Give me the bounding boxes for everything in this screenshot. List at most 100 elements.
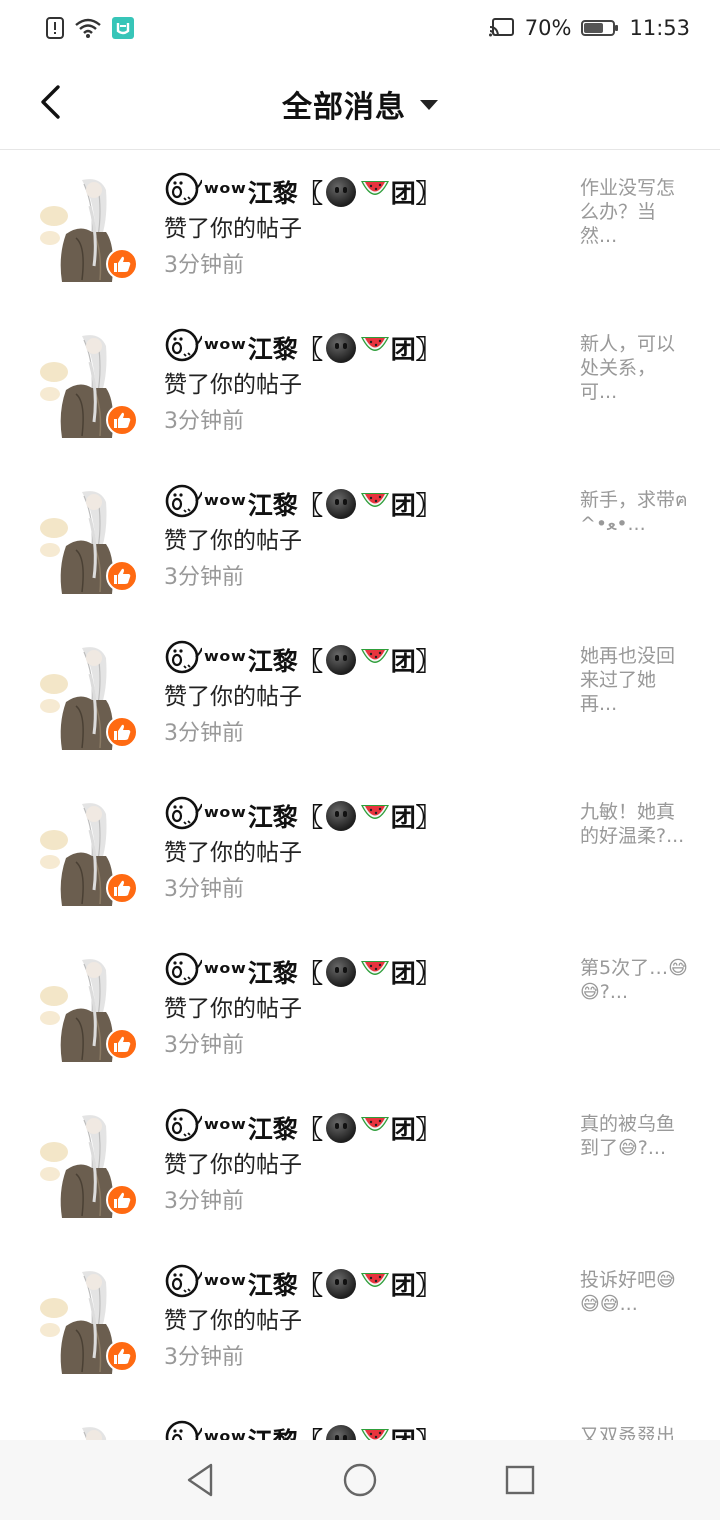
- user-name[interactable]: ʷᵒʷ 江黎 〖 团〗: [164, 952, 564, 990]
- user-name[interactable]: ʷᵒʷ 江黎 〖 团〗: [164, 328, 564, 366]
- message-item[interactable]: ʷᵒʷ 江黎 〖 团〗 赞了你的帖子 3分钟前 又双叒叕出: [0, 1398, 720, 1440]
- kaomoji-face-icon: [164, 172, 203, 212]
- message-item[interactable]: ʷᵒʷ 江黎 〖 团〗 赞了你的帖子 3分钟前 第5次了…😅😅?...: [0, 930, 720, 1086]
- bracket-tail: 团〗: [390, 179, 441, 208]
- back-triangle-icon: [187, 1463, 213, 1497]
- user-name[interactable]: ʷᵒʷ 江黎 〖 团〗: [164, 796, 564, 834]
- post-preview[interactable]: 又双叒叕出: [580, 1424, 690, 1440]
- nav-back-button[interactable]: [175, 1455, 225, 1505]
- kaomoji-face-icon: [164, 640, 203, 680]
- name-prefix: ʷᵒʷ: [204, 1113, 246, 1143]
- message-action: 赞了你的帖子: [164, 684, 302, 710]
- post-preview[interactable]: 作业没写怎么办？当然...: [580, 176, 690, 248]
- post-preview[interactable]: 新手，求带ฅ^•ﻌ•...: [580, 488, 690, 536]
- dark-face-emoji-icon: [325, 645, 356, 675]
- dark-face-emoji-icon: [325, 489, 356, 519]
- wifi-icon: [74, 17, 102, 39]
- message-item[interactable]: ʷᵒʷ 江黎 〖 团〗 赞了你的帖子 3分钟前 九敏！她真的好温柔?...: [0, 774, 720, 930]
- message-item[interactable]: ʷᵒʷ 江黎 〖 团〗 赞了你的帖子 3分钟前 投诉好吧😅😅😅...: [0, 1242, 720, 1398]
- bracket-tail: 团〗: [390, 1115, 441, 1144]
- dark-face-emoji-icon: [325, 333, 356, 363]
- watermelon-emoji-icon: [359, 1267, 391, 1301]
- post-preview[interactable]: 真的被乌鱼到了😅?...: [580, 1112, 690, 1160]
- status-right-icons: 70% 11:53: [488, 16, 690, 40]
- clock: 11:53: [629, 16, 690, 40]
- message-time: 3分钟前: [164, 1189, 244, 1214]
- user-name[interactable]: ʷᵒʷ 江黎 〖 团〗: [164, 1108, 564, 1146]
- bracket-tail: 团〗: [390, 959, 441, 988]
- dark-face-emoji-icon: [325, 177, 356, 207]
- bracket-open: 〖: [297, 335, 323, 364]
- bracket-open: 〖: [297, 803, 323, 832]
- dark-face-emoji-icon: [325, 1425, 356, 1440]
- message-item[interactable]: ʷᵒʷ 江黎 〖 团〗 赞了你的帖子 3分钟前 新手，求带ฅ^•ﻌ•...: [0, 462, 720, 618]
- like-badge: [106, 716, 138, 748]
- watermelon-emoji-icon: [359, 1423, 391, 1440]
- thumbs-up-icon: [114, 1036, 131, 1052]
- watermelon-emoji-icon: [359, 487, 391, 521]
- message-action: 赞了你的帖子: [164, 528, 302, 554]
- post-preview[interactable]: 投诉好吧😅😅😅...: [580, 1268, 690, 1316]
- name-text: 江黎: [247, 1115, 298, 1144]
- status-bar: 70% 11:53: [0, 0, 720, 56]
- post-preview[interactable]: 第5次了…😅😅?...: [580, 956, 690, 1004]
- bracket-open: 〖: [298, 1422, 323, 1440]
- nav-recents-button[interactable]: [495, 1455, 545, 1505]
- bracket-tail: 团〗: [390, 491, 441, 520]
- dark-face-emoji-icon: [325, 1269, 356, 1299]
- watermelon-emoji-icon: [359, 175, 391, 209]
- message-body: ʷᵒʷ 江黎 〖 团〗 赞了你的帖子 3分钟前: [164, 952, 564, 1062]
- bracket-tail: 团〗: [391, 1422, 441, 1440]
- bracket-tail: 团〗: [390, 1271, 441, 1300]
- bracket-open: 〖: [297, 179, 323, 208]
- message-time: 3分钟前: [164, 565, 244, 590]
- thumbs-up-icon: [114, 724, 131, 740]
- thumbs-up-icon: [114, 568, 131, 584]
- post-preview[interactable]: 她再也没回来过了她再...: [580, 644, 690, 716]
- watermelon-emoji-icon: [359, 955, 391, 989]
- like-badge: [106, 1340, 138, 1372]
- name-text: 江黎: [247, 1271, 298, 1300]
- recents-square-icon: [505, 1465, 535, 1495]
- thumbs-up-icon: [114, 412, 131, 428]
- like-badge: [106, 248, 138, 280]
- status-left-icons: [46, 17, 134, 39]
- message-body: ʷᵒʷ 江黎 〖 团〗 赞了你的帖子 3分钟前: [164, 328, 564, 438]
- nav-home-button[interactable]: [335, 1455, 385, 1505]
- thumbs-up-icon: [114, 1348, 131, 1364]
- user-name[interactable]: ʷᵒʷ 江黎 〖 团〗: [164, 1264, 564, 1302]
- message-body: ʷᵒʷ 江黎 〖 团〗 赞了你的帖子 3分钟前: [164, 172, 564, 282]
- user-name[interactable]: ʷᵒʷ 江黎 〖 团〗: [164, 484, 564, 522]
- message-item[interactable]: ʷᵒʷ 江黎 〖 团〗 赞了你的帖子 3分钟前 真的被乌鱼到了😅?...: [0, 1086, 720, 1242]
- message-item[interactable]: ʷᵒʷ 江黎 〖 团〗 赞了你的帖子 3分钟前 作业没写怎么办？当然...: [0, 150, 720, 306]
- message-list[interactable]: ʷᵒʷ 江黎 〖 团〗 赞了你的帖子 3分钟前 作业没写怎么办？当然... ʷᵒ…: [0, 150, 720, 1440]
- user-name[interactable]: ʷᵒʷ 江黎 〖 团〗: [164, 1420, 564, 1440]
- name-text: 江黎: [247, 647, 298, 676]
- name-prefix: ʷᵒʷ: [204, 645, 246, 675]
- message-action: 赞了你的帖子: [164, 1152, 302, 1178]
- message-action: 赞了你的帖子: [164, 372, 302, 398]
- post-preview[interactable]: 九敏！她真的好温柔?...: [580, 800, 690, 848]
- post-preview[interactable]: 新人，可以处关系，可...: [580, 332, 690, 404]
- message-filter-dropdown[interactable]: 全部消息: [0, 82, 720, 126]
- message-body: ʷᵒʷ 江黎 〖 团〗 赞了你的帖子 3分钟前: [164, 796, 564, 906]
- message-item[interactable]: ʷᵒʷ 江黎 〖 团〗 赞了你的帖子 3分钟前 她再也没回来过了她再...: [0, 618, 720, 774]
- message-body: ʷᵒʷ 江黎 〖 团〗 赞了你的帖子 3分钟前: [164, 484, 564, 594]
- watermelon-emoji-icon: [359, 643, 391, 677]
- name-text: 江黎: [247, 959, 298, 988]
- dark-face-emoji-icon: [325, 801, 356, 831]
- avatar[interactable]: [36, 1424, 136, 1440]
- like-badge: [106, 1184, 138, 1216]
- message-body: ʷᵒʷ 江黎 〖 团〗 赞了你的帖子 3分钟前: [164, 640, 564, 750]
- bracket-tail: 团〗: [390, 803, 441, 832]
- name-prefix: ʷᵒʷ: [204, 801, 246, 831]
- user-name[interactable]: ʷᵒʷ 江黎 〖 团〗: [164, 172, 564, 212]
- bracket-open: 〖: [297, 959, 323, 988]
- name-text: 江黎: [247, 803, 298, 832]
- message-time: 3分钟前: [164, 877, 244, 902]
- user-name[interactable]: ʷᵒʷ 江黎 〖 团〗: [164, 640, 564, 680]
- caret-down-icon: [420, 100, 438, 110]
- message-body: ʷᵒʷ 江黎 〖 团〗 赞了你的帖子 3分钟前: [164, 1108, 564, 1218]
- watermelon-emoji-icon: [359, 331, 391, 365]
- message-item[interactable]: ʷᵒʷ 江黎 〖 团〗 赞了你的帖子 3分钟前 新人，可以处关系，可...: [0, 306, 720, 462]
